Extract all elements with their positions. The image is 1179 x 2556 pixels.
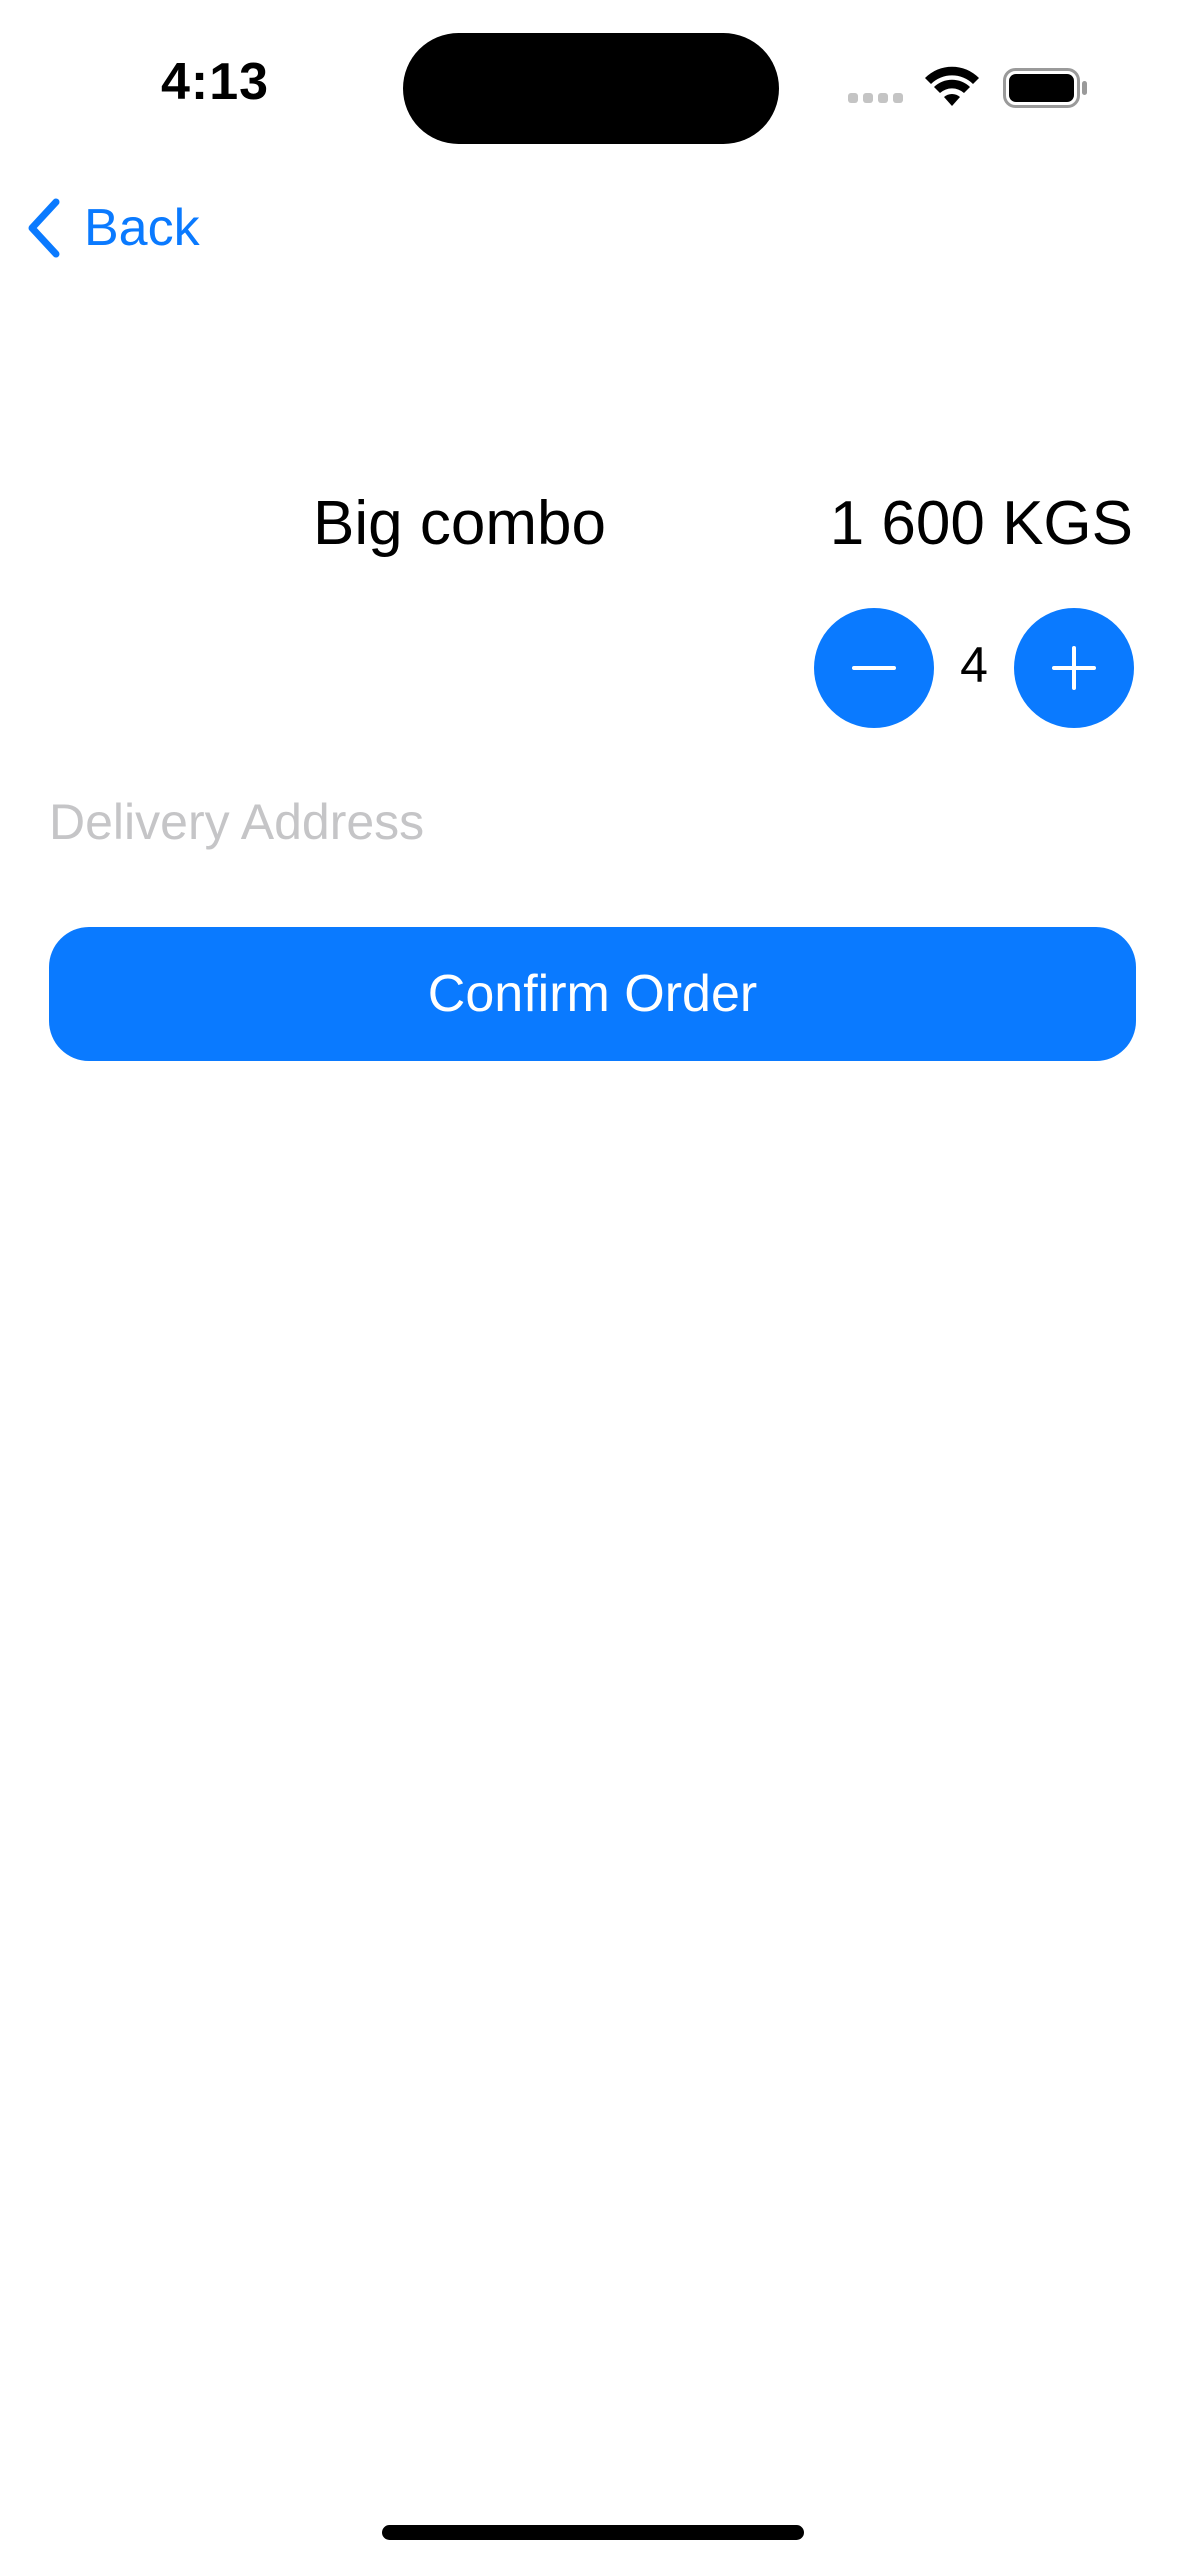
status-time: 4:13 [160,53,270,111]
confirm-order-label: Confirm Order [427,965,758,1023]
back-label: Back [84,199,200,257]
product-name: Big combo [313,489,606,558]
order-screen: 4:13 Back Big combo 1 600 KGS 4 Delivery… [0,0,1179,2556]
plus-icon [1052,646,1096,690]
minus-icon [852,666,896,670]
cellular-signal-icon [848,93,903,103]
product-price: 1 600 KGS [829,489,1133,558]
confirm-order-button[interactable]: Confirm Order [49,927,1136,1061]
back-button[interactable]: Back [26,196,200,260]
wifi-icon [925,66,979,106]
decrease-quantity-button[interactable] [814,608,934,728]
dynamic-island [403,33,779,144]
home-indicator[interactable] [382,2525,804,2540]
delivery-address-input[interactable] [49,782,1129,862]
battery-icon [1003,68,1087,108]
quantity-value: 4 [960,637,988,693]
increase-quantity-button[interactable] [1014,608,1134,728]
chevron-left-icon [28,198,60,258]
